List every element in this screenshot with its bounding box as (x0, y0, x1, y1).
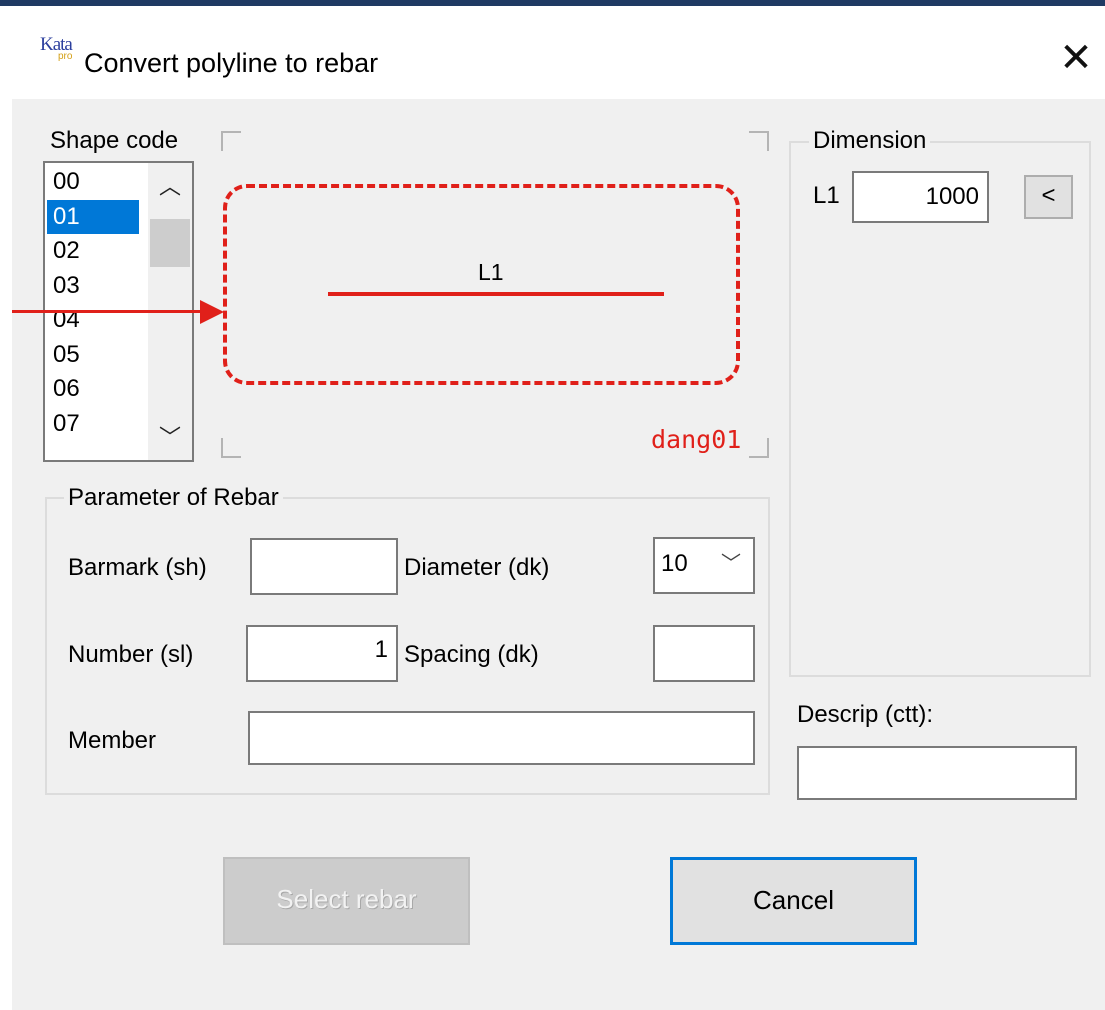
chevron-down-icon[interactable]: ﹀ (148, 418, 192, 458)
shape-name-label: dang01 (651, 425, 742, 454)
rebar-parameter-group-title: Parameter of Rebar (64, 483, 283, 513)
cancel-button[interactable]: Cancel (670, 857, 917, 945)
scrollbar-thumb[interactable] (150, 219, 190, 267)
member-input[interactable] (248, 711, 755, 765)
diameter-select[interactable]: 10 ﹀ (653, 537, 755, 594)
close-icon[interactable]: ✕ (1054, 36, 1098, 80)
preview-corner-tr (749, 131, 769, 151)
number-label: Number (sl) (68, 641, 194, 668)
logo-subtext: pro (58, 51, 73, 62)
barmark-input[interactable] (250, 538, 398, 595)
dimension-group-title: Dimension (809, 126, 931, 156)
list-item[interactable]: 04 (47, 303, 139, 338)
number-input[interactable]: 1 (246, 625, 398, 682)
chevron-down-icon[interactable]: ﹀ (721, 549, 741, 579)
annotation-arrow-line (12, 310, 216, 313)
dimension-l1-input[interactable]: 1000 (852, 171, 989, 223)
shape-code-label: Shape code (50, 127, 179, 154)
barmark-label: Barmark (sh) (68, 554, 207, 581)
list-item[interactable]: 05 (47, 338, 139, 373)
shape-code-list: 00 01 02 03 04 05 06 07 (47, 165, 139, 441)
spacing-label: Spacing (dk) (404, 641, 539, 668)
preview-corner-br (749, 438, 769, 458)
list-item[interactable]: 02 (47, 234, 139, 269)
diameter-label: Diameter (dk) (404, 554, 550, 581)
list-item[interactable]: 07 (47, 407, 139, 442)
pick-dimension-button[interactable]: < (1024, 175, 1073, 219)
description-label: Descrip (ctt): (797, 701, 934, 728)
description-input[interactable] (797, 746, 1077, 800)
window-title: Convert polyline to rebar (84, 48, 379, 78)
list-item[interactable]: 00 (47, 165, 139, 200)
list-item-selected[interactable]: 01 (47, 199, 139, 234)
arrow-right-icon (200, 300, 224, 324)
chevron-up-icon[interactable]: ︿ (148, 167, 192, 207)
title-bar: Kata pro Convert polyline to rebar ✕ (12, 6, 1105, 99)
list-item[interactable]: 03 (47, 269, 139, 304)
select-rebar-button[interactable]: Select rebar (223, 857, 470, 945)
preview-corner-tl (221, 131, 241, 151)
list-item[interactable]: 06 (47, 372, 139, 407)
member-label: Member (68, 727, 157, 754)
rebar-shape-line (328, 292, 664, 296)
diameter-value: 10 (661, 550, 688, 577)
spacing-input[interactable] (653, 625, 755, 682)
preview-corner-bl (221, 438, 241, 458)
dimension-l1-label: L1 (813, 182, 840, 209)
rebar-segment-label: L1 (478, 259, 504, 285)
